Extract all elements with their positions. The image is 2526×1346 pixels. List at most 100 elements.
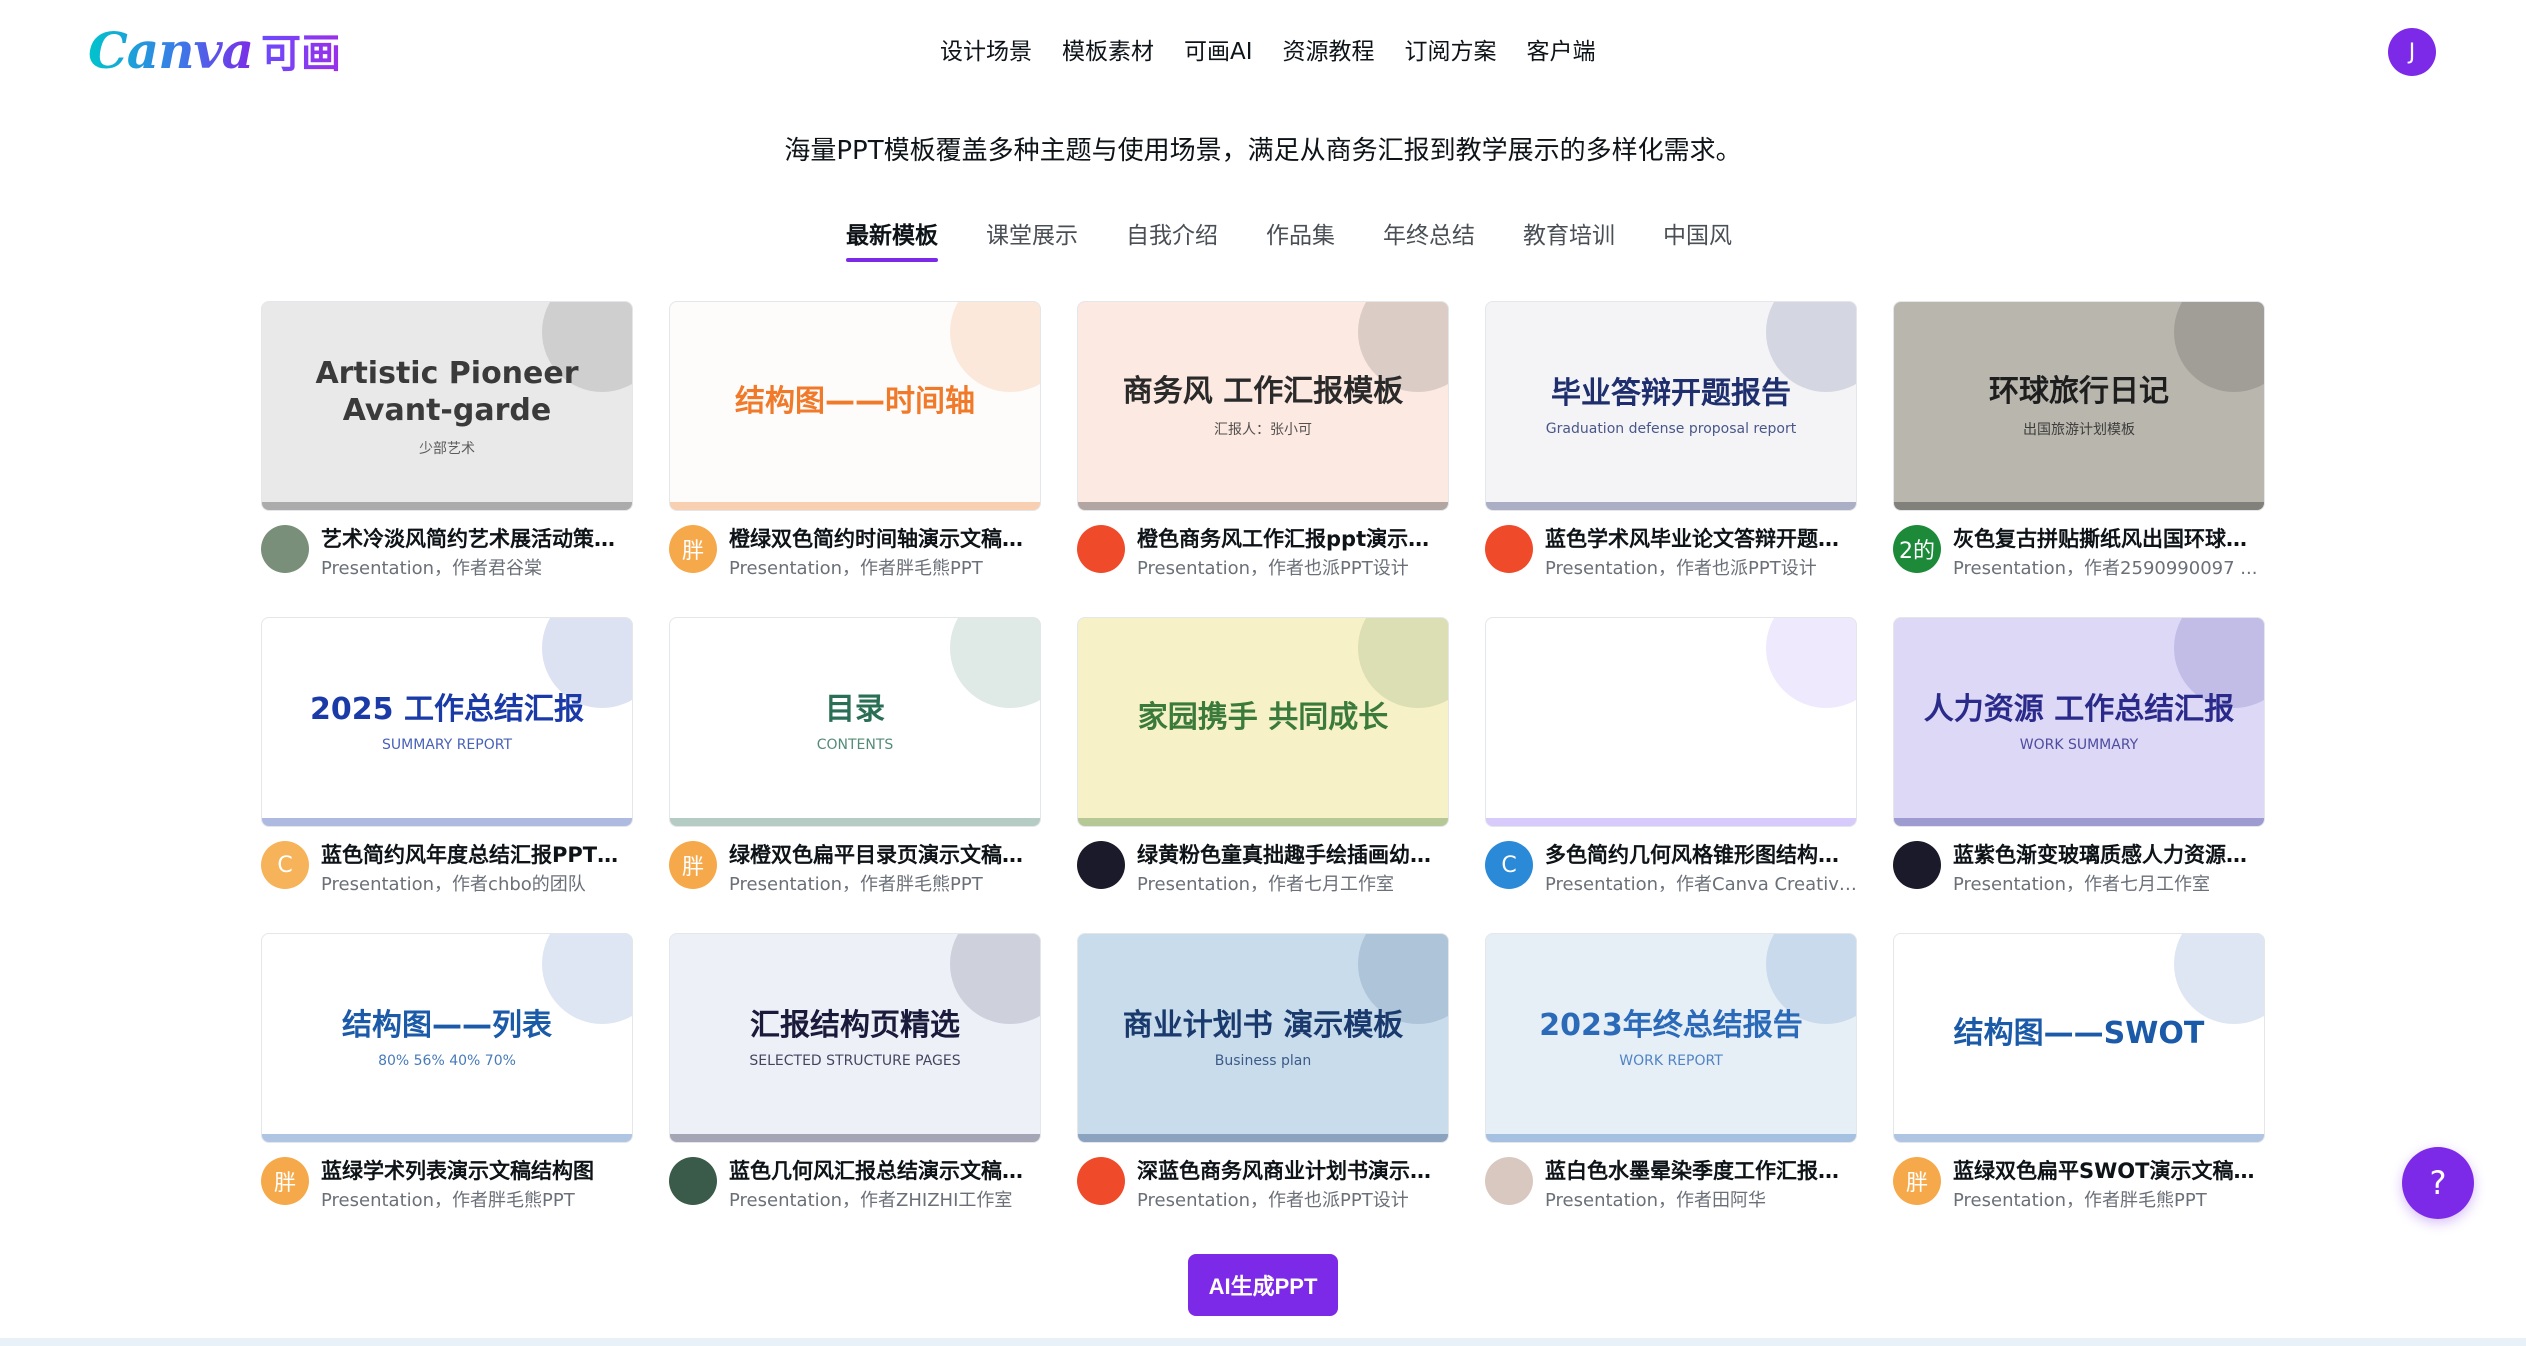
template-thumbnail[interactable]: 结构图——时间轴: [669, 301, 1041, 511]
template-thumbnail[interactable]: 人力资源 工作总结汇报 WORK SUMMARY: [1893, 617, 2265, 827]
tab-portfolio[interactable]: 作品集: [1266, 218, 1335, 270]
template-thumbnail[interactable]: 汇报结构页精选 SELECTED STRUCTURE PAGES: [669, 933, 1041, 1143]
card-title[interactable]: 蓝色简约风年度总结汇报PPT演...: [321, 841, 633, 869]
author-avatar[interactable]: C: [1485, 841, 1533, 889]
nav-item-client[interactable]: 客户端: [1527, 32, 1596, 72]
help-button[interactable]: ?: [2402, 1147, 2474, 1219]
template-thumbnail[interactable]: Artistic Pioneer Avant-garde 少部艺术: [261, 301, 633, 511]
template-card[interactable]: 汇报结构页精选 SELECTED STRUCTURE PAGES 蓝色几何风汇报总结…: [669, 933, 1041, 1219]
tab-chinese-style[interactable]: 中国风: [1663, 218, 1732, 270]
nav-item-tutorials[interactable]: 资源教程: [1283, 32, 1375, 72]
card-title[interactable]: 蓝色学术风毕业论文答辩开题报...: [1545, 525, 1857, 553]
thumbnail-title: Artistic Pioneer Avant-garde: [315, 355, 579, 429]
template-card[interactable]: 环球旅行日记 出国旅游计划模板 2的 灰色复古拼贴撕纸风出国环球旅... Present…: [1893, 301, 2265, 587]
card-title[interactable]: 蓝色几何风汇报总结演示文稿结...: [729, 1157, 1041, 1185]
author-avatar[interactable]: [261, 525, 309, 573]
author-avatar[interactable]: C: [261, 841, 309, 889]
template-card[interactable]: Artistic Pioneer Avant-garde 少部艺术艺术冷淡风简约艺…: [261, 301, 633, 587]
card-text: 蓝绿学术列表演示文稿结构图 Presentation，作者胖毛熊PPT: [321, 1157, 633, 1215]
template-thumbnail[interactable]: [1485, 617, 1857, 827]
tab-education[interactable]: 教育培训: [1523, 218, 1615, 270]
template-thumbnail[interactable]: 2023年终总结报告 WORK REPORT: [1485, 933, 1857, 1143]
card-meta: C 蓝色简约风年度总结汇报PPT演... Presentation，作者chbo的团…: [261, 841, 633, 899]
thumbnail-content: 结构图——SWOT: [1894, 934, 2264, 1142]
template-thumbnail[interactable]: 环球旅行日记 出国旅游计划模板: [1893, 301, 2265, 511]
card-title[interactable]: 灰色复古拼贴撕纸风出国环球旅...: [1953, 525, 2265, 553]
thumbnail-title: 结构图——时间轴: [735, 384, 975, 420]
author-avatar[interactable]: [1893, 841, 1941, 889]
template-thumbnail[interactable]: 2025 工作总结汇报 SUMMARY REPORT: [261, 617, 633, 827]
card-author: Presentation，作者胖毛熊PPT: [1953, 1190, 2207, 1211]
ai-generate-ppt-button[interactable]: AI生成PPT: [1188, 1254, 1338, 1316]
card-meta: 胖橙绿双色简约时间轴演示文稿结... Presentation，作者胖毛熊PPT: [669, 525, 1041, 583]
template-thumbnail[interactable]: 商务风 工作汇报模板 汇报人：张小可: [1077, 301, 1449, 511]
author-avatar[interactable]: [1077, 841, 1125, 889]
template-card[interactable]: C 多色简约几何风格锥形图结构图... Presentation，作者Canva C…: [1485, 617, 1857, 903]
thumbnail-subtitle: Graduation defense proposal report: [1545, 420, 1797, 437]
card-title[interactable]: 橙绿双色简约时间轴演示文稿结...: [729, 525, 1041, 553]
template-card[interactable]: 人力资源 工作总结汇报 WORK SUMMARY 蓝紫色渐变玻璃质感人力资源工...…: [1893, 617, 2265, 903]
template-card[interactable]: 2025 工作总结汇报 SUMMARY REPORT C 蓝色简约风年度总结汇报PPT…: [261, 617, 633, 903]
template-thumbnail[interactable]: 结构图——SWOT: [1893, 933, 2265, 1143]
thumbnail-content: 汇报结构页精选 SELECTED STRUCTURE PAGES: [670, 934, 1040, 1142]
card-title[interactable]: 蓝绿学术列表演示文稿结构图: [321, 1157, 633, 1185]
template-card[interactable]: 毕业答辩开题报告 Graduation defense proposal repo…: [1485, 301, 1857, 587]
template-card[interactable]: 结构图——列表 80% 56% 40% 70% 胖蓝绿学术列表演示文稿结构图 Pres…: [261, 933, 633, 1219]
template-card[interactable]: 家园携手 共同成长绿黄粉色童真拙趣手绘插画幼儿... Presentation，作…: [1077, 617, 1449, 903]
card-author: Presentation，作者也派PPT设计: [1545, 558, 1817, 579]
template-thumbnail[interactable]: 商业计划书 演示模板 Business plan: [1077, 933, 1449, 1143]
card-title[interactable]: 蓝绿双色扁平SWOT演示文稿结...: [1953, 1157, 2265, 1185]
author-avatar[interactable]: [1485, 525, 1533, 573]
template-card[interactable]: 目录 CONTENTS 胖绿橙双色扁平目录页演示文稿结... Presentation…: [669, 617, 1041, 903]
thumbnail-title: 目录: [825, 692, 885, 728]
card-title[interactable]: 橙色商务风工作汇报ppt演示文稿: [1137, 525, 1449, 553]
thumbnail-subtitle: 少部艺术: [419, 440, 475, 457]
card-title[interactable]: 艺术冷淡风简约艺术展活动策划...: [321, 525, 633, 553]
author-avatar[interactable]: 2的: [1893, 525, 1941, 573]
card-text: 蓝色学术风毕业论文答辩开题报... Presentation，作者也派PPT设计: [1545, 525, 1857, 583]
card-title[interactable]: 深蓝色商务风商业计划书演示文...: [1137, 1157, 1449, 1185]
user-avatar[interactable]: J: [2388, 28, 2436, 76]
tab-latest[interactable]: 最新模板: [846, 218, 938, 270]
author-avatar[interactable]: [1077, 525, 1125, 573]
tab-self-intro[interactable]: 自我介绍: [1126, 218, 1218, 270]
canva-logo[interactable]: Canva 可画: [88, 21, 341, 80]
template-card[interactable]: 结构图——时间轴胖橙绿双色简约时间轴演示文稿结... Presentation，作…: [669, 301, 1041, 587]
thumbnail-content: 目录 CONTENTS: [670, 618, 1040, 826]
author-avatar[interactable]: 胖: [1893, 1157, 1941, 1205]
card-title[interactable]: 多色简约几何风格锥形图结构图...: [1545, 841, 1857, 869]
author-avatar[interactable]: [1485, 1157, 1533, 1205]
template-card[interactable]: 2023年终总结报告 WORK REPORT 蓝白色水墨晕染季度工作汇报年... Pr…: [1485, 933, 1857, 1219]
author-avatar[interactable]: [669, 1157, 717, 1205]
card-title[interactable]: 绿黄粉色童真拙趣手绘插画幼儿...: [1137, 841, 1449, 869]
author-avatar[interactable]: [1077, 1157, 1125, 1205]
nav-item-design-scenes[interactable]: 设计场景: [940, 32, 1032, 72]
card-author: Presentation，作者胖毛熊PPT: [729, 558, 983, 579]
template-thumbnail[interactable]: 家园携手 共同成长: [1077, 617, 1449, 827]
thumbnail-title: 结构图——SWOT: [1953, 1016, 2205, 1052]
thumbnail-content: Artistic Pioneer Avant-garde 少部艺术: [262, 302, 632, 510]
author-avatar[interactable]: 胖: [669, 841, 717, 889]
nav-item-templates[interactable]: 模板素材: [1062, 32, 1154, 72]
template-card[interactable]: 商业计划书 演示模板 Business plan 深蓝色商务风商业计划书演示文...…: [1077, 933, 1449, 1219]
tab-classroom[interactable]: 课堂展示: [986, 218, 1078, 270]
card-title[interactable]: 蓝白色水墨晕染季度工作汇报年...: [1545, 1157, 1857, 1185]
template-thumbnail[interactable]: 目录 CONTENTS: [669, 617, 1041, 827]
template-thumbnail[interactable]: 毕业答辩开题报告 Graduation defense proposal repo…: [1485, 301, 1857, 511]
thumbnail-title: 家园携手 共同成长: [1137, 700, 1389, 736]
template-card[interactable]: 结构图——SWOT 胖蓝绿双色扁平SWOT演示文稿结... Presentation…: [1893, 933, 2265, 1219]
card-title[interactable]: 蓝紫色渐变玻璃质感人力资源工...: [1953, 841, 2265, 869]
template-card[interactable]: 商务风 工作汇报模板 汇报人：张小可 橙色商务风工作汇报ppt演示文稿 Present…: [1077, 301, 1449, 587]
tab-year-end[interactable]: 年终总结: [1383, 218, 1475, 270]
nav-item-canva-ai[interactable]: 可画AI: [1184, 32, 1253, 72]
card-title[interactable]: 绿橙双色扁平目录页演示文稿结...: [729, 841, 1041, 869]
author-avatar[interactable]: 胖: [669, 525, 717, 573]
card-text: 多色简约几何风格锥形图结构图... Presentation，作者Canva Cr…: [1545, 841, 1857, 899]
card-text: 灰色复古拼贴撕纸风出国环球旅... Presentation，作者25909900…: [1953, 525, 2265, 583]
thumbnail-title: 2023年终总结报告: [1539, 1008, 1803, 1044]
author-avatar[interactable]: 胖: [261, 1157, 309, 1205]
card-author: Presentation，作者七月工作室: [1137, 874, 1395, 895]
nav-item-pricing[interactable]: 订阅方案: [1405, 32, 1497, 72]
template-thumbnail[interactable]: 结构图——列表 80% 56% 40% 70%: [261, 933, 633, 1143]
card-author: Presentation，作者君谷棠: [321, 558, 543, 579]
